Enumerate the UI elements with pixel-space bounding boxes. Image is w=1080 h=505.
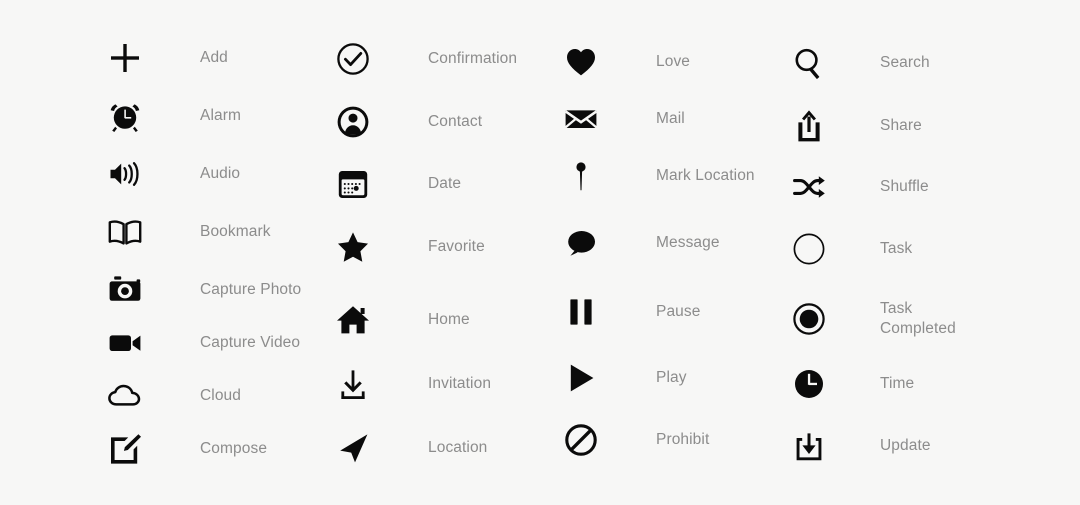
icon-label-mail: Mail xyxy=(656,110,685,127)
icon-row-add[interactable]: Add xyxy=(108,34,228,82)
icon-row-search[interactable]: Search xyxy=(792,39,930,87)
icon-label-prohibit: Prohibit xyxy=(656,431,710,448)
icon-label-home: Home xyxy=(428,311,470,328)
open-book-icon xyxy=(108,208,156,256)
check-circle-icon xyxy=(336,35,384,83)
icon-label-compose: Compose xyxy=(200,440,268,457)
icon-label-capture-photo: Capture Photo xyxy=(200,281,302,298)
shuffle-icon xyxy=(792,163,840,211)
compose-pencil-icon xyxy=(108,425,156,473)
play-icon xyxy=(564,354,612,402)
icon-label-share: Share xyxy=(880,117,922,134)
icon-row-prohibit[interactable]: Prohibit xyxy=(564,416,709,464)
icon-label-update: Update xyxy=(880,437,931,454)
icon-reference-sheet: Add Alarm Audio Bookmark Capture Photo C… xyxy=(0,0,1080,505)
icon-row-share[interactable]: Share xyxy=(792,102,922,150)
icon-row-capture-video[interactable]: Capture Video xyxy=(108,319,300,367)
icon-label-search: Search xyxy=(880,54,930,71)
navigation-arrow-icon xyxy=(336,424,384,472)
icon-label-confirmation: Confirmation xyxy=(428,50,518,67)
icon-label-shuffle: Shuffle xyxy=(880,178,929,195)
icon-row-location[interactable]: Location xyxy=(336,424,487,472)
icon-row-mark-location[interactable]: Mark Location xyxy=(564,152,755,200)
clock-icon xyxy=(792,360,840,408)
download-arrow-icon xyxy=(336,360,384,408)
icon-label-pause: Pause xyxy=(656,303,701,320)
speech-bubble-icon xyxy=(564,219,612,267)
icon-row-date[interactable]: Date xyxy=(336,160,461,208)
icon-row-bookmark[interactable]: Bookmark xyxy=(108,208,271,256)
icon-label-favorite: Favorite xyxy=(428,238,485,255)
icon-row-pause[interactable]: Pause xyxy=(564,288,700,336)
camera-icon xyxy=(108,266,156,314)
icon-row-audio[interactable]: Audio xyxy=(108,150,240,198)
icon-row-compose[interactable]: Compose xyxy=(108,425,267,473)
icon-row-task[interactable]: Task xyxy=(792,225,912,273)
video-camera-icon xyxy=(108,319,156,367)
magnifier-icon xyxy=(792,39,840,87)
icon-label-alarm: Alarm xyxy=(200,107,241,124)
icon-label-love: Love xyxy=(656,53,691,70)
icon-row-task-completed[interactable]: Task Completed xyxy=(792,295,956,343)
icon-label-cloud: Cloud xyxy=(200,387,241,404)
icon-row-home[interactable]: Home xyxy=(336,296,470,344)
icon-row-favorite[interactable]: Favorite xyxy=(336,223,485,271)
icon-label-task-completed: Task Completed xyxy=(880,300,956,337)
icon-row-alarm[interactable]: Alarm xyxy=(108,92,241,140)
icon-row-message[interactable]: Message xyxy=(564,219,720,267)
heart-icon xyxy=(564,38,612,86)
icon-column-4: Search Share Shuffle Task Task Completed… xyxy=(792,0,1042,505)
icon-label-mark-location: Mark Location xyxy=(656,167,755,184)
icon-label-audio: Audio xyxy=(200,165,241,182)
icon-row-update[interactable]: Update xyxy=(792,422,931,470)
share-arrow-icon xyxy=(792,102,840,150)
icon-row-play[interactable]: Play xyxy=(564,354,687,402)
icon-label-bookmark: Bookmark xyxy=(200,223,271,240)
speaker-audio-icon xyxy=(108,150,156,198)
house-icon xyxy=(336,296,384,344)
icon-row-time[interactable]: Time xyxy=(792,360,914,408)
icon-label-contact: Contact xyxy=(428,113,483,130)
cloud-icon xyxy=(108,372,156,420)
icon-column-3: Love Mail Mark Location Message Pause Pl… xyxy=(564,0,794,505)
icon-column-2: Confirmation Contact Date Favorite Home … xyxy=(336,0,566,505)
update-download-box-icon xyxy=(792,422,840,470)
icon-row-mail[interactable]: Mail xyxy=(564,95,685,143)
icon-label-message: Message xyxy=(656,234,720,251)
icon-label-date: Date xyxy=(428,175,462,192)
icon-label-play: Play xyxy=(656,369,687,386)
icon-row-shuffle[interactable]: Shuffle xyxy=(792,163,929,211)
star-icon xyxy=(336,223,384,271)
icon-label-task: Task xyxy=(880,240,913,257)
icon-label-capture-video: Capture Video xyxy=(200,334,301,351)
pause-icon xyxy=(564,288,612,336)
icon-column-1: Add Alarm Audio Bookmark Capture Photo C… xyxy=(108,0,338,505)
icon-row-invitation[interactable]: Invitation xyxy=(336,360,491,408)
icon-label-add: Add xyxy=(200,49,228,66)
icon-row-love[interactable]: Love xyxy=(564,38,690,86)
icon-row-capture-photo[interactable]: Capture Photo xyxy=(108,266,301,314)
icon-label-invitation: Invitation xyxy=(428,375,492,392)
map-pin-icon xyxy=(564,152,612,200)
person-circle-icon xyxy=(336,98,384,146)
prohibit-icon xyxy=(564,416,612,464)
filled-circle-ring-icon xyxy=(792,295,840,343)
empty-circle-icon xyxy=(792,225,840,273)
plus-icon xyxy=(108,34,156,82)
icon-row-confirmation[interactable]: Confirmation xyxy=(336,35,517,83)
icon-row-cloud[interactable]: Cloud xyxy=(108,372,241,420)
icon-label-location: Location xyxy=(428,439,488,456)
envelope-icon xyxy=(564,95,612,143)
alarm-clock-icon xyxy=(108,92,156,140)
icon-row-contact[interactable]: Contact xyxy=(336,98,482,146)
icon-label-time: Time xyxy=(880,375,915,392)
calendar-icon xyxy=(336,160,384,208)
